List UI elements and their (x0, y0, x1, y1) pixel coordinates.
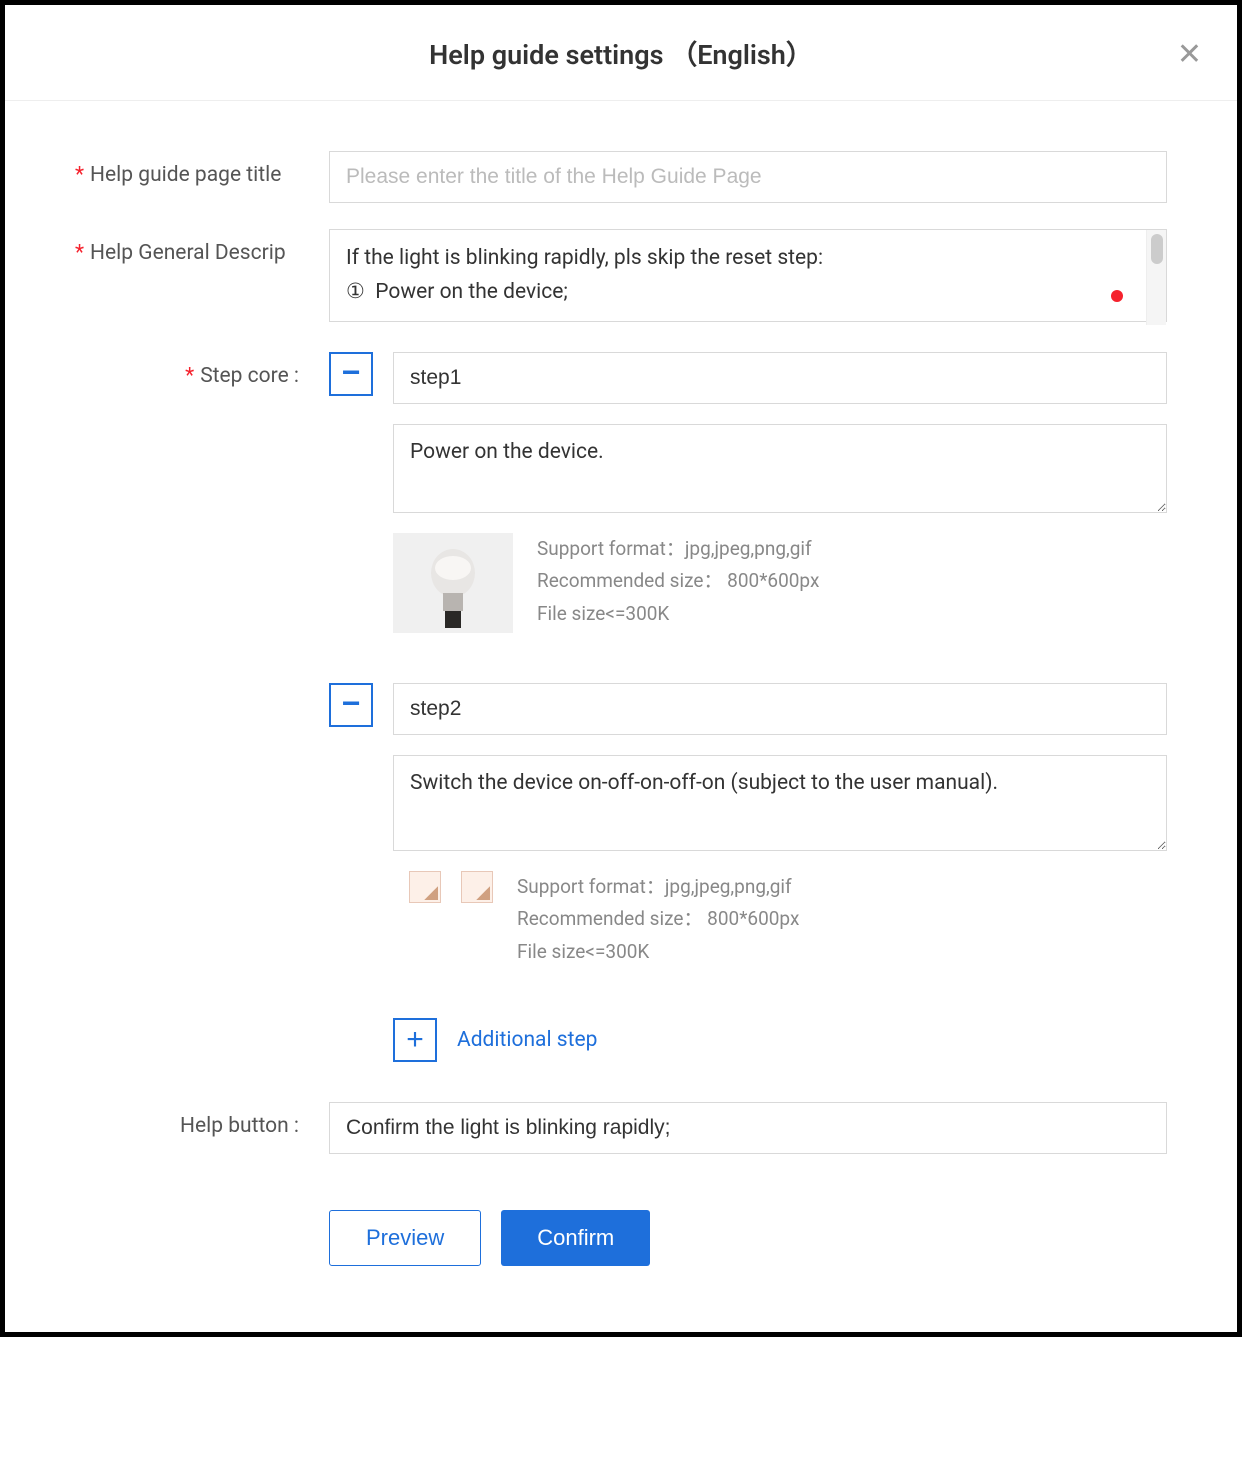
step-core-row: *Step core : − (75, 352, 1167, 1062)
preview-button[interactable]: Preview (329, 1210, 481, 1266)
step-desc-textarea-1[interactable] (393, 424, 1167, 513)
step-block-2: − Support format：jpg,j (329, 683, 1167, 968)
required-mark: * (75, 241, 84, 265)
upload-slot-1[interactable] (409, 871, 441, 903)
upload-hints-1: Support format：jpg,jpeg,png,gif Recommen… (537, 533, 819, 630)
help-button-input[interactable] (329, 1102, 1167, 1154)
upload-hints-2: Support format：jpg,jpeg,png,gif Recommen… (517, 871, 799, 968)
step-block-1: − (329, 352, 1167, 633)
step-title-input-2[interactable] (393, 683, 1167, 735)
step-title-input-1[interactable] (393, 352, 1167, 404)
general-desc-row: *Help General Descrip (75, 229, 1167, 326)
action-row: Preview Confirm (75, 1180, 1167, 1266)
upload-row-2: Support format：jpg,jpeg,png,gif Recommen… (393, 871, 1167, 968)
bulb-icon (423, 538, 483, 628)
modal-header: Help guide settings （English） ✕ (5, 5, 1237, 101)
help-button-label: Help button : (75, 1102, 329, 1138)
help-button-row: Help button : (75, 1102, 1167, 1154)
add-step-row: + Additional step (393, 1018, 1167, 1062)
page-title-label: *Help guide page title (75, 151, 329, 187)
general-desc-label: *Help General Descrip (75, 229, 329, 265)
remove-step-button-1[interactable]: − (329, 352, 373, 396)
close-button[interactable]: ✕ (1177, 40, 1202, 70)
minus-icon: − (342, 356, 361, 388)
add-step-button[interactable]: + (393, 1018, 437, 1062)
add-step-label[interactable]: Additional step (457, 1028, 597, 1052)
confirm-button[interactable]: Confirm (501, 1210, 650, 1266)
image-preview-1[interactable] (393, 533, 513, 633)
upload-row-1: Support format：jpg,jpeg,png,gif Recommen… (393, 533, 1167, 633)
step-desc-textarea-2[interactable] (393, 755, 1167, 851)
page-title-row: *Help guide page title (75, 151, 1167, 203)
scroll-thumb[interactable] (1151, 234, 1163, 264)
required-mark: * (185, 364, 194, 388)
upload-slot-2[interactable] (461, 871, 493, 903)
close-icon: ✕ (1177, 38, 1202, 71)
scrollbar[interactable] (1146, 230, 1166, 325)
minus-icon: − (342, 687, 361, 719)
step-core-label: *Step core : (75, 352, 329, 388)
help-guide-modal: Help guide settings （English） ✕ *Help gu… (0, 0, 1242, 1337)
modal-body: *Help guide page title *Help General Des… (5, 101, 1237, 1332)
plus-icon: + (406, 1025, 424, 1055)
general-desc-textarea[interactable] (329, 229, 1167, 322)
modal-title: Help guide settings （English） (45, 33, 1197, 72)
page-title-input[interactable] (329, 151, 1167, 203)
remove-step-button-2[interactable]: − (329, 683, 373, 727)
required-mark: * (75, 163, 84, 187)
